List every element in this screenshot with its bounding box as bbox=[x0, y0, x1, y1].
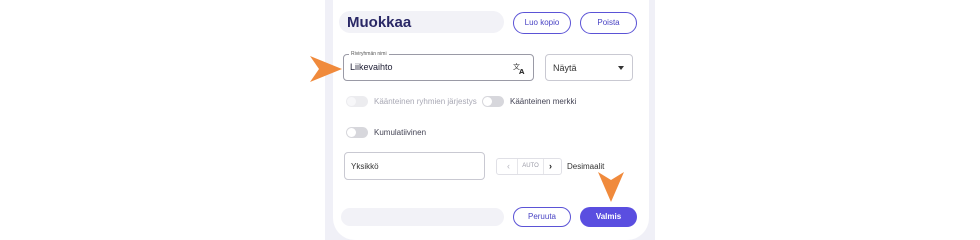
chevron-down-icon bbox=[618, 66, 624, 70]
decimals-value: AUTO bbox=[517, 159, 544, 174]
footer-bar bbox=[341, 208, 504, 226]
reverse-group-order-toggle[interactable] bbox=[346, 96, 368, 107]
translate-icon[interactable]: 文 A bbox=[513, 61, 527, 75]
done-button[interactable]: Valmis bbox=[580, 207, 637, 227]
unit-label: Yksikkö bbox=[351, 162, 379, 171]
cumulative-label: Kumulatiivinen bbox=[374, 128, 427, 137]
group-name-legend: Riviryhmän nimi bbox=[349, 50, 389, 58]
svg-text:A: A bbox=[519, 68, 525, 75]
decimals-stepper[interactable]: ‹ AUTO › bbox=[496, 158, 562, 175]
reverse-sign-label: Käänteinen merkki bbox=[510, 97, 577, 106]
cumulative-toggle[interactable] bbox=[346, 127, 368, 138]
group-name-value[interactable]: Liikevaihto bbox=[350, 62, 393, 72]
chevron-left-icon[interactable]: ‹ bbox=[500, 159, 517, 174]
chevron-right-icon[interactable]: › bbox=[542, 159, 559, 174]
reverse-group-order-label: Käänteinen ryhmien järjestys bbox=[374, 97, 477, 106]
delete-button[interactable]: Poista bbox=[580, 12, 637, 34]
show-select-value: Näytä bbox=[553, 63, 577, 73]
edit-card bbox=[333, 0, 649, 240]
page-title: Muokkaa bbox=[347, 14, 412, 31]
cancel-button[interactable]: Peruuta bbox=[513, 207, 571, 227]
show-select[interactable]: Näytä bbox=[545, 54, 633, 81]
pointer-arrow-icon bbox=[310, 56, 342, 82]
copy-button[interactable]: Luo kopio bbox=[513, 12, 571, 34]
reverse-sign-toggle[interactable] bbox=[482, 96, 504, 107]
pointer-arrow-icon bbox=[598, 172, 624, 202]
unit-field[interactable]: Yksikkö bbox=[344, 152, 485, 180]
group-name-field[interactable]: Riviryhmän nimi Liikevaihto 文 A bbox=[343, 50, 534, 81]
